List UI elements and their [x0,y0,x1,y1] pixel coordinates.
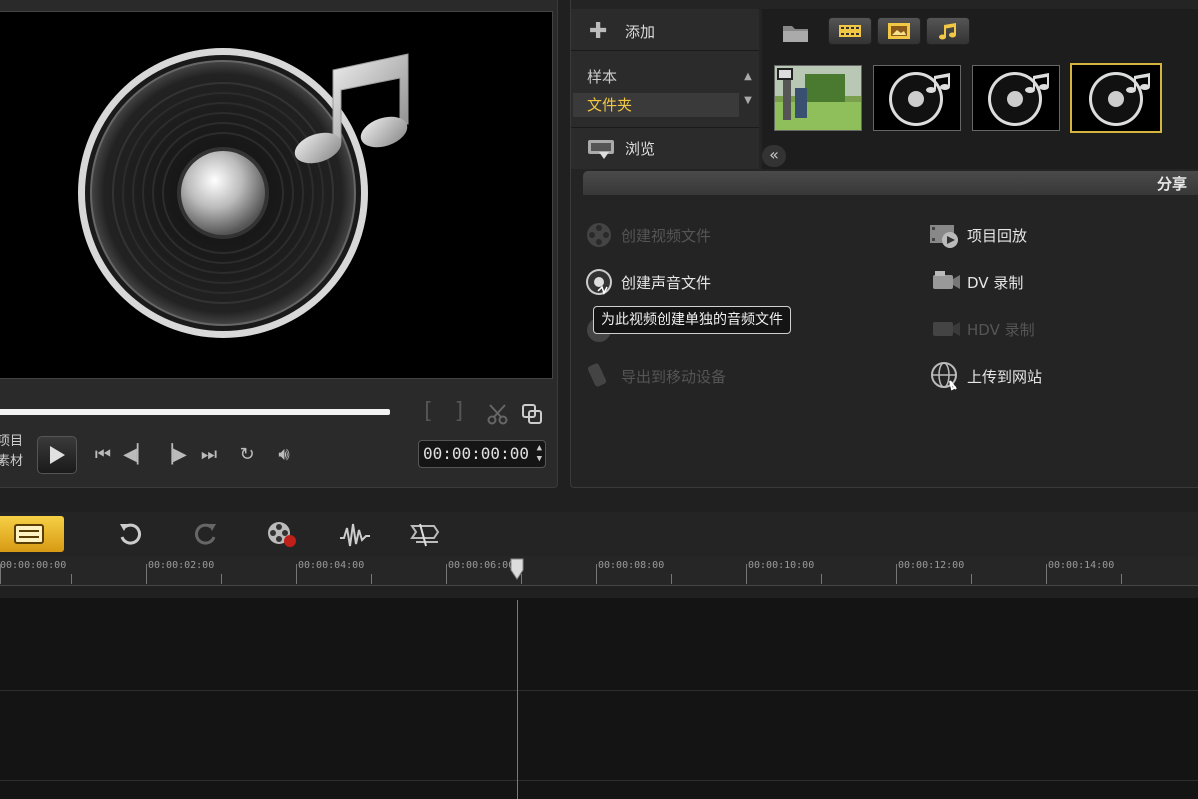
storyboard-view-button[interactable] [0,516,64,552]
export-to-mobile-label: 导出到移动设备 [621,367,727,386]
folder-icon[interactable] [782,21,810,47]
create-video-file-button[interactable]: 创建视频文件 [583,220,711,250]
preview-panel: [ ] 项目 素材 ⏮ ◀▏ ▕▶ ⏭ ↻ 🔊︎ 00:00:00:00 ▲ ▼ [0,0,558,488]
mark-out-button[interactable]: ] [453,399,466,424]
record-capture-icon[interactable] [266,520,298,548]
video-filter-icon [839,25,861,37]
browse-button[interactable]: 浏览 [571,127,759,167]
tick-label: 00:00:10:00 [748,560,815,571]
hdv-record-button[interactable]: HDV 录制 [929,314,1035,344]
play-button[interactable] [37,436,77,474]
timeline-tracks[interactable] [0,598,1198,799]
dv-record-label: DV 录制 [967,273,1024,292]
track-divider [0,780,1198,781]
video-editor-window: [ ] 项目 素材 ⏮ ◀▏ ▕▶ ⏭ ↻ 🔊︎ 00:00:00:00 ▲ ▼ … [0,0,1198,799]
library-panel: ✚ 添加 样本 文件夹 ▲ ▼ 浏览 « 分享 创建视频文件 创建声音文件 导出… [570,0,1198,488]
preview-screen [0,11,553,379]
previous-frame-icon[interactable]: ◀▏ [123,443,151,467]
tick-label: 00:00:12:00 [898,560,965,571]
timecode-value: 00:00:00:00 [423,444,529,463]
share-title: 分享 [1156,175,1187,193]
audio-disc-thumbnail-icon [988,72,1049,126]
plus-icon: ✚ [589,19,608,44]
create-audio-file-button[interactable]: 创建声音文件 [583,267,711,297]
hd-camcorder-icon [929,314,961,344]
folder-item-sample[interactable]: 样本 [573,65,739,89]
music-filter-icon [939,23,956,40]
hdv-record-label: HDV 录制 [967,320,1035,339]
audio-clip-thumbnail-selected[interactable] [1070,63,1162,133]
mode-clip-label[interactable]: 素材 [0,452,23,472]
tick-label: 00:00:06:00 [448,560,515,571]
undo-icon[interactable] [114,520,146,548]
audio-disc-thumbnail-icon [889,72,950,126]
audio-mixer-icon[interactable] [338,520,370,548]
collapse-panel-button[interactable]: « [762,145,786,167]
project-playback-icon [929,220,961,250]
browse-icon [587,138,617,164]
upload-to-web-label: 上传到网站 [967,367,1043,386]
photo-filter-tab[interactable] [877,17,921,45]
add-folder-button[interactable]: ✚ 添加 [571,9,759,51]
music-filter-tab[interactable] [926,17,970,45]
share-header: 分享 [583,171,1198,195]
timecode-field[interactable]: 00:00:00:00 ▲ ▼ [418,440,546,468]
project-playback-label: 项目回放 [967,226,1028,245]
audio-clip-thumbnail[interactable] [873,65,961,131]
playhead-handle-icon[interactable] [510,558,524,580]
next-frame-icon[interactable]: ▕▶ [159,443,187,467]
create-audio-file-label: 创建声音文件 [621,273,712,292]
play-icon [50,446,65,464]
audio-disc-small-icon [583,267,615,297]
library-content [762,9,1198,169]
audio-clip-thumbnail[interactable] [972,65,1060,131]
enlarge-preview-icon[interactable] [521,403,543,429]
video-clip-thumbnail[interactable] [774,65,862,131]
project-playback-button[interactable]: 项目回放 [929,220,1027,250]
tick-label: 00:00:02:00 [148,560,215,571]
timecode-stepper-icon[interactable]: ▲ ▼ [537,443,542,465]
photo-filter-icon [888,23,910,39]
go-to-end-icon[interactable]: ⏭ [195,443,223,467]
mark-in-button[interactable]: [ [421,399,434,424]
mode-project-label[interactable]: 项目 [0,432,23,452]
tick-label: 00:00:08:00 [598,560,665,571]
globe-upload-icon [929,361,961,391]
tick-label: 00:00:14:00 [1048,560,1115,571]
playhead-line [517,600,518,799]
preview-scrubber[interactable] [0,409,390,415]
folder-item-folder[interactable]: 文件夹 [573,93,739,117]
tick-label: 00:00:04:00 [298,560,365,571]
create-video-file-label: 创建视频文件 [621,226,712,245]
export-to-mobile-button[interactable]: 导出到移动设备 [583,361,726,391]
cut-clip-icon[interactable] [487,403,509,429]
track-divider [0,690,1198,691]
dv-record-button[interactable]: DV 录制 [929,267,1023,297]
redo-icon[interactable] [190,520,222,548]
folder-list-scrollbar[interactable]: ▲ ▼ [741,65,755,117]
volume-icon[interactable]: 🔊︎ [270,443,298,467]
audio-disc-icon [78,48,409,338]
auto-music-icon[interactable] [408,520,440,548]
upload-to-web-button[interactable]: 上传到网站 [929,361,1042,391]
create-audio-file-tooltip: 为此视频创建单独的音频文件 [593,306,791,334]
timeline-toolbar [0,512,1198,556]
tick-label: 00:00:00:00 [0,560,67,571]
audio-disc-thumbnail-icon [1089,72,1150,126]
storyboard-icon [14,524,44,544]
video-filter-tab[interactable] [828,17,872,45]
repeat-icon[interactable]: ↻ [233,443,261,467]
add-label: 添加 [625,23,656,41]
go-to-start-icon[interactable]: ⏮ [89,443,117,467]
camcorder-icon [929,267,961,297]
timeline-ruler[interactable]: 00:00:00:00 00:00:02:00 00:00:04:00 00:0… [0,556,1198,586]
preview-mode-switch[interactable]: 项目 素材 [0,432,23,472]
mobile-device-icon [583,361,615,391]
browse-label: 浏览 [625,140,656,158]
film-reel-icon [583,220,615,250]
